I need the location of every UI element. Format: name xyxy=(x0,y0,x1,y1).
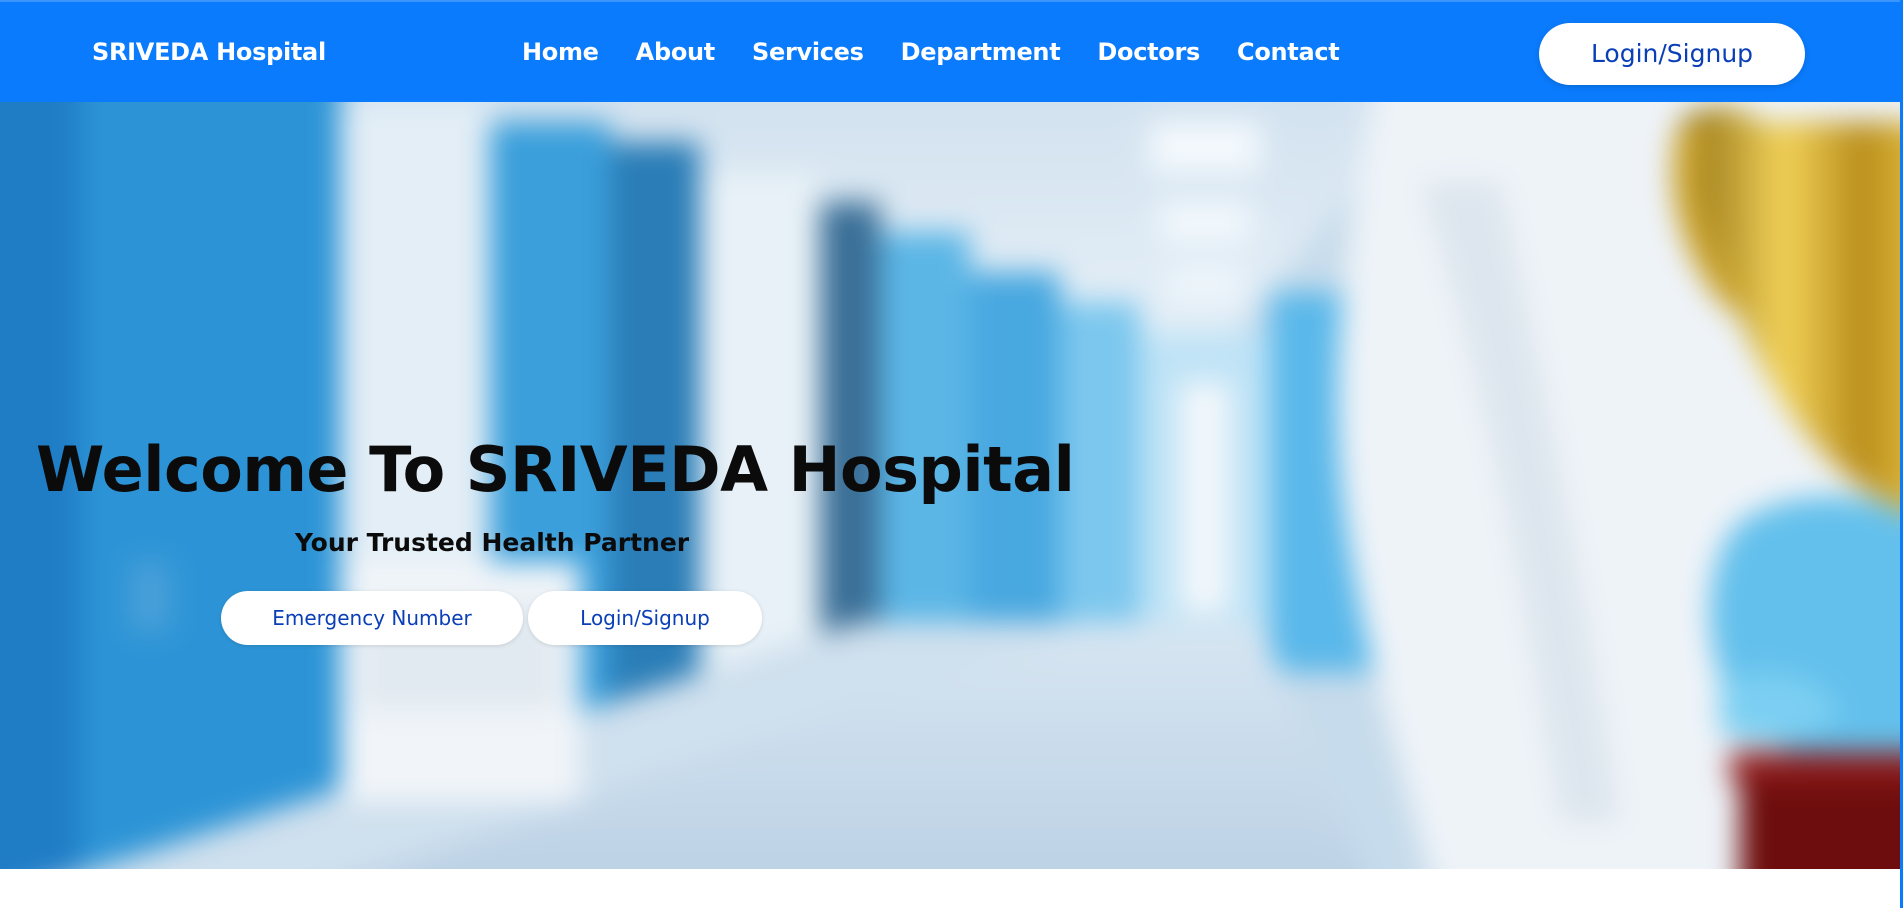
nav-link-home[interactable]: Home xyxy=(522,36,599,68)
hero-title: Welcome To SRIVEDA Hospital xyxy=(36,433,1075,506)
site-brand[interactable]: SRIVEDA Hospital xyxy=(92,36,326,68)
nav-link-services[interactable]: Services xyxy=(752,36,864,68)
emergency-number-button[interactable]: Emergency Number xyxy=(221,591,523,645)
page-below-hero xyxy=(0,869,1903,908)
nav-link-doctors[interactable]: Doctors xyxy=(1097,36,1200,68)
top-navbar: SRIVEDA Hospital Home About Services Dep… xyxy=(0,0,1903,102)
hero-buttons: Emergency Number Login/Signup xyxy=(221,591,762,645)
nav-link-department[interactable]: Department xyxy=(901,36,1061,68)
nav-login-signup-button[interactable]: Login/Signup xyxy=(1539,23,1805,85)
nav-link-contact[interactable]: Contact xyxy=(1237,36,1340,68)
nav-links: Home About Services Department Doctors C… xyxy=(522,36,1376,68)
hero-content: Welcome To SRIVEDA Hospital Your Trusted… xyxy=(36,428,1075,645)
hero-login-signup-button[interactable]: Login/Signup xyxy=(528,591,762,645)
nav-link-about[interactable]: About xyxy=(636,36,716,68)
hero-section: Welcome To SRIVEDA Hospital Your Trusted… xyxy=(0,102,1900,869)
hero-subtitle: Your Trusted Health Partner xyxy=(294,528,690,557)
